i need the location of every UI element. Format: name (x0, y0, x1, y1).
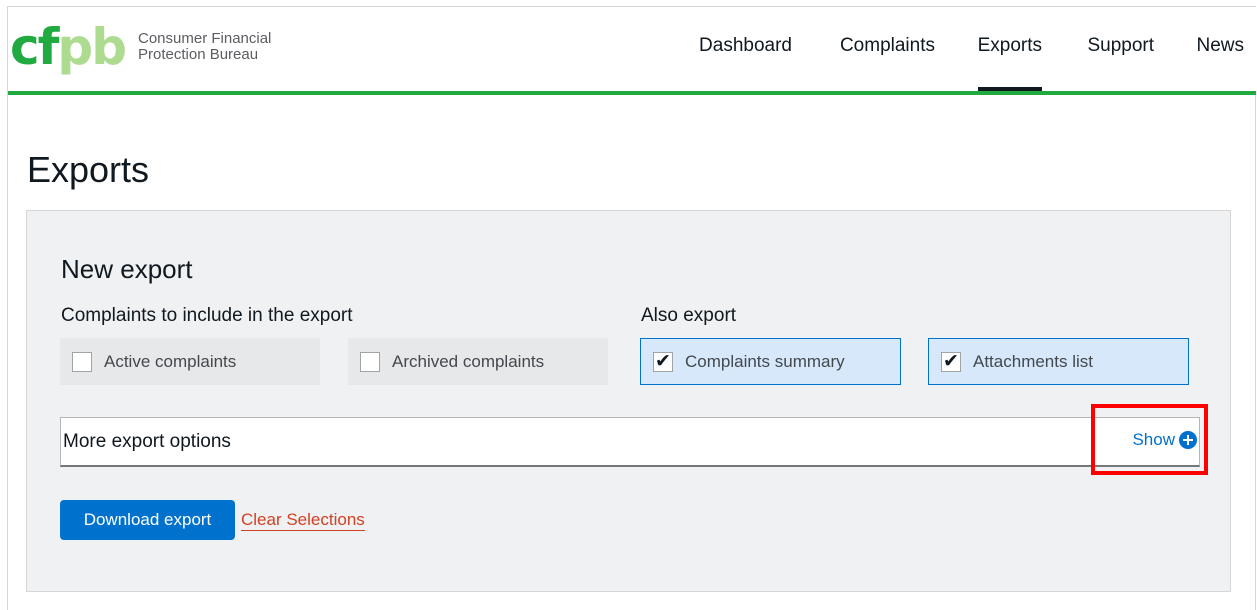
checkmark-icon: ✔ (943, 350, 959, 372)
checkmark-icon: ✔ (655, 350, 671, 372)
nav-exports[interactable]: Exports (977, 35, 1043, 91)
header-rule (8, 91, 1256, 95)
logo-mark: cfpb (10, 18, 127, 76)
logo-mark-dark: cf (10, 18, 59, 76)
more-options-label: More export options (63, 431, 231, 452)
option-archived-complaints[interactable]: Archived complaints (348, 338, 608, 385)
page-title: Exports (27, 149, 150, 190)
highlight-box (1091, 404, 1208, 475)
also-export-label: Also export (641, 305, 737, 326)
option-label: Archived complaints (392, 351, 545, 371)
download-export-button[interactable]: Download export (60, 500, 235, 540)
nav-news[interactable]: News (1196, 35, 1244, 57)
checkbox[interactable] (360, 351, 380, 372)
nav-complaints[interactable]: Complaints (840, 35, 935, 57)
more-export-options[interactable]: More export options Show (60, 417, 1200, 467)
include-group-label: Complaints to include in the export (61, 305, 353, 326)
option-attachments-list[interactable]: ✔ Attachments list (928, 338, 1189, 385)
logo-line-2: Protection Bureau (138, 46, 259, 63)
logo-text: Consumer Financial Protection Bureau (138, 31, 271, 63)
clear-selections-link[interactable]: Clear Selections (241, 510, 365, 531)
option-active-complaints[interactable]: Active complaints (60, 338, 320, 385)
option-label: Complaints summary (685, 351, 845, 371)
logo-line-1: Consumer Financial (138, 30, 272, 47)
nav-dashboard[interactable]: Dashboard (699, 35, 792, 57)
site-header: cfpb Consumer Financial Protection Burea… (8, 7, 1256, 91)
logo-mark-light: pb (57, 18, 127, 76)
checkbox-checked[interactable]: ✔ (941, 350, 961, 372)
panel-title: New export (61, 254, 193, 284)
checkbox[interactable] (72, 351, 92, 372)
option-complaints-summary[interactable]: ✔ Complaints summary (640, 338, 901, 385)
nav-support[interactable]: Support (1087, 35, 1154, 57)
option-label: Active complaints (104, 351, 237, 371)
new-export-panel: New export Complaints to include in the … (26, 210, 1231, 592)
checkbox-checked[interactable]: ✔ (653, 350, 673, 372)
option-label: Attachments list (973, 351, 1093, 371)
cfpb-logo[interactable]: cfpb Consumer Financial Protection Burea… (10, 21, 310, 81)
